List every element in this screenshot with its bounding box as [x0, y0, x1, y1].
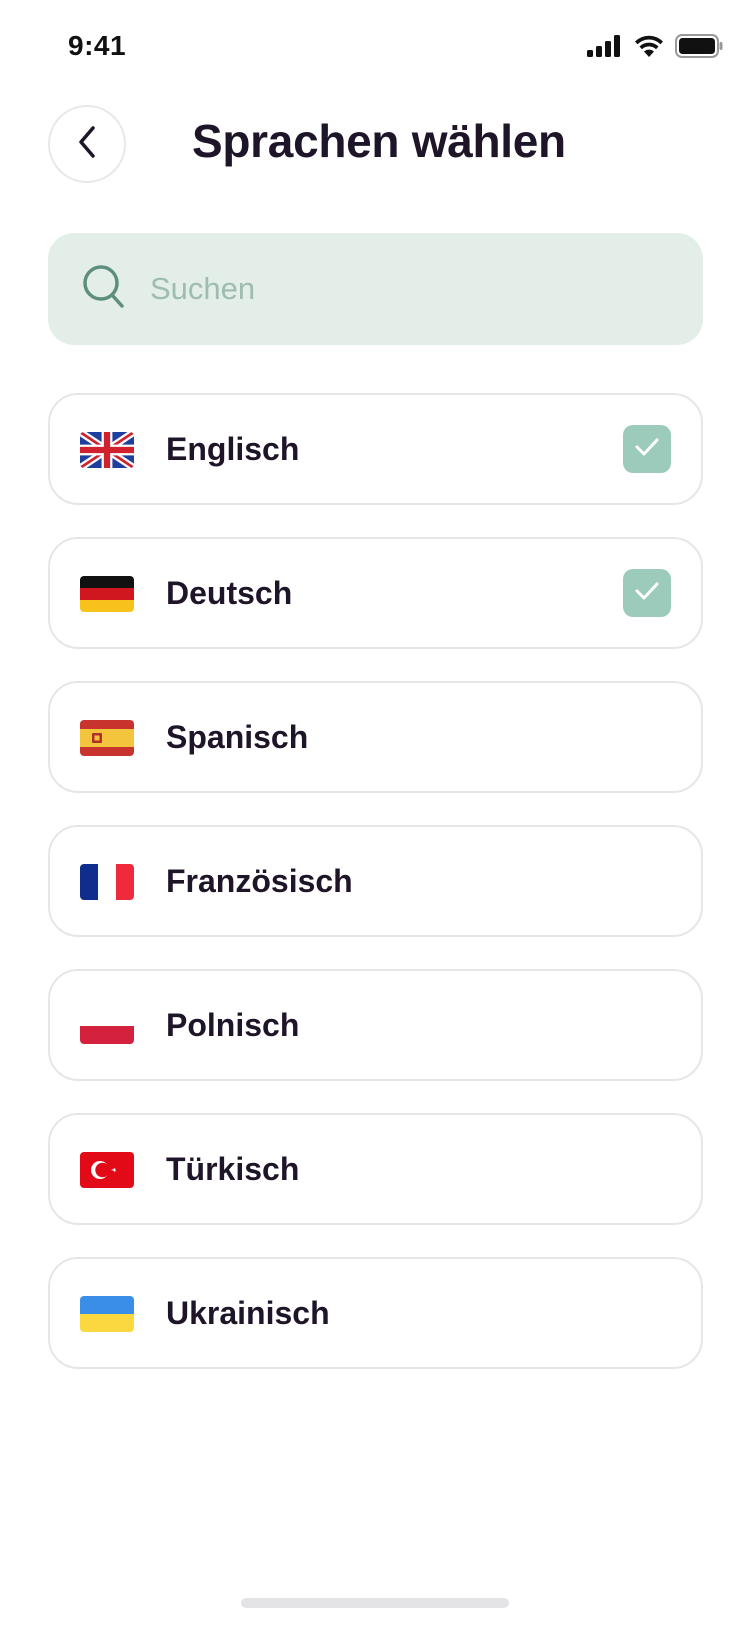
checkbox-checked[interactable]	[623, 425, 671, 473]
germany-flag-icon	[80, 576, 134, 612]
status-time: 9:41	[68, 30, 127, 61]
home-indicator	[241, 1598, 509, 1608]
language-item-french[interactable]: Französisch	[48, 825, 703, 937]
language-item-spanish[interactable]: Spanisch	[48, 681, 703, 793]
language-item-english[interactable]: Englisch	[48, 393, 703, 505]
header: Sprachen wählen	[0, 100, 751, 190]
language-label: Deutsch	[166, 575, 293, 611]
search-input[interactable]	[148, 270, 672, 308]
status-bar: 9:41	[0, 0, 751, 96]
language-label: Türkisch	[166, 1151, 300, 1187]
language-label: Spanisch	[166, 719, 309, 755]
checkmark-icon	[634, 437, 660, 462]
chevron-left-icon	[76, 125, 98, 164]
france-flag-icon	[80, 864, 134, 900]
wifi-icon	[633, 34, 665, 63]
uk-flag-icon	[80, 432, 134, 468]
search-bar[interactable]	[48, 233, 703, 345]
checkbox-checked[interactable]	[623, 569, 671, 617]
language-item-german[interactable]: Deutsch	[48, 537, 703, 649]
language-item-polish[interactable]: Polnisch	[48, 969, 703, 1081]
language-item-ukrainian[interactable]: Ukrainisch	[48, 1257, 703, 1369]
back-button[interactable]	[48, 105, 126, 183]
turkey-flag-icon	[80, 1152, 134, 1188]
language-item-turkish[interactable]: Türkisch	[48, 1113, 703, 1225]
poland-flag-icon	[80, 1008, 134, 1044]
search-icon	[82, 264, 126, 315]
battery-icon	[675, 34, 723, 63]
cellular-signal-icon	[587, 35, 623, 62]
spain-flag-icon	[80, 720, 134, 756]
language-list: Englisch Deutsch Spanisch Französisch Po…	[48, 393, 703, 1401]
status-icons	[587, 34, 723, 63]
ukraine-flag-icon	[80, 1296, 134, 1332]
language-label: Polnisch	[166, 1007, 300, 1043]
language-label: Ukrainisch	[166, 1295, 330, 1331]
page-title: Sprachen wählen	[192, 115, 566, 167]
language-label: Englisch	[166, 431, 300, 467]
language-label: Französisch	[166, 863, 353, 899]
checkmark-icon	[634, 581, 660, 606]
